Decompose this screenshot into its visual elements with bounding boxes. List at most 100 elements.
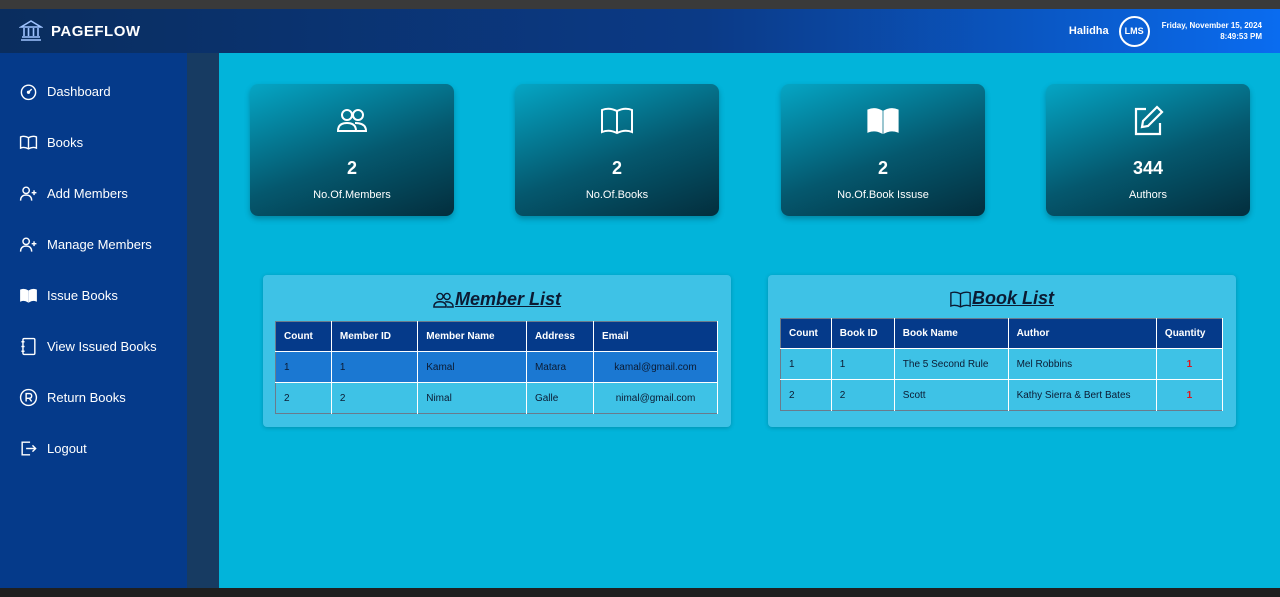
window-top-strip [0, 0, 1280, 9]
book-icon [19, 135, 38, 150]
logout-icon [21, 441, 37, 456]
table-cell: Scott [894, 379, 1009, 411]
taskbar [0, 588, 1280, 597]
sidebar: Dashboard Books Add Members Manage Membe… [0, 53, 187, 588]
column-header[interactable]: Author [1008, 318, 1157, 349]
table-cell: 1 [780, 348, 832, 380]
sidebar-item-logout[interactable]: Logout [19, 439, 87, 458]
column-header[interactable]: Quantity [1156, 318, 1224, 349]
table-cell: Mel Robbins [1008, 348, 1157, 380]
column-header[interactable]: Member Name [417, 321, 527, 352]
table-cell: 1 [831, 348, 895, 380]
table-cell: The 5 Second Rule [894, 348, 1009, 380]
edit-icon [1134, 105, 1164, 136]
open-book-icon [950, 290, 971, 308]
user-area: Halidha LMS Friday, November 15, 2024 8:… [1069, 9, 1262, 53]
table-cell: 1 [275, 351, 332, 383]
sidebar-item-label: Logout [47, 441, 87, 456]
brand[interactable]: PAGEFLOW [19, 19, 141, 43]
table-header-row: Count Book ID Book Name Author Quantity [780, 318, 1224, 349]
sidebar-item-view-issued-books[interactable]: View Issued Books [19, 337, 157, 356]
sidebar-item-dashboard[interactable]: Dashboard [19, 82, 111, 101]
quantity-cell: 1 [1156, 348, 1224, 380]
table-row[interactable]: 1 1 Kamal Matara kamal@gmail.com [275, 351, 718, 383]
table-cell: kamal@gmail.com [593, 351, 718, 383]
library-icon [19, 20, 43, 41]
table-cell: 2 [780, 379, 832, 411]
book-issue-count: 2 [877, 158, 888, 178]
current-date: Friday, November 15, 2024 [1161, 21, 1262, 30]
open-book-icon [601, 107, 633, 135]
table-cell: Galle [526, 382, 595, 414]
authors-label: Authors [1129, 189, 1167, 201]
stat-card-authors[interactable]: 344 Authors [1046, 84, 1250, 216]
journal-icon [21, 337, 36, 356]
table-row[interactable]: 2 2 Scott Kathy Sierra & Bert Bates 1 [780, 379, 1224, 411]
column-header[interactable]: Count [780, 318, 832, 349]
stat-card-book-issue[interactable]: 2 No.Of.Book Issuse [781, 84, 985, 216]
column-header[interactable]: Book ID [831, 318, 895, 349]
members-icon [433, 292, 454, 308]
datetime: Friday, November 15, 2024 8:49:53 PM [1162, 20, 1262, 42]
sidebar-item-label: Manage Members [47, 237, 152, 252]
column-header[interactable]: Book Name [894, 318, 1009, 349]
book-filled-icon [20, 288, 37, 303]
member-list-title: Member List [263, 289, 731, 310]
sidebar-item-label: Issue Books [47, 288, 118, 303]
table-row[interactable]: 2 2 Nimal Galle nimal@gmail.com [275, 382, 718, 414]
table-cell: 2 [831, 379, 895, 411]
table-cell: 2 [275, 382, 332, 414]
user-plus-icon [19, 186, 37, 201]
current-time: 8:49:53 PM [1220, 32, 1262, 41]
member-table: Count Member ID Member Name Address Emai… [275, 321, 718, 414]
sidebar-item-label: View Issued Books [47, 339, 157, 354]
authors-count: 344 [1132, 158, 1164, 178]
sidebar-item-label: Books [47, 135, 84, 150]
table-cell: Matara [526, 351, 595, 383]
column-header[interactable]: Count [275, 321, 332, 352]
column-header[interactable]: Address [526, 321, 595, 352]
table-cell: Nimal [417, 382, 527, 414]
user-name: Halidha [1068, 25, 1109, 37]
member-list-panel: Member List Count Member ID Member Name … [263, 275, 731, 427]
sidebar-item-manage-members[interactable]: Manage Members [19, 235, 152, 254]
sidebar-item-label: Add Members [47, 186, 128, 201]
member-list-title-text: Member List [454, 289, 562, 309]
sidebar-item-add-members[interactable]: Add Members [19, 184, 128, 203]
book-issue-label: No.Of.Book Issuse [837, 189, 929, 201]
book-list-title-text: Book List [971, 288, 1054, 308]
sidebar-item-books[interactable]: Books [19, 133, 83, 152]
registered-icon [19, 388, 38, 407]
table-cell: nimal@gmail.com [593, 382, 718, 414]
sidebar-gutter [187, 53, 219, 588]
main-content: 2 No.Of.Members 2 No.Of.Books 2 No.Of.Bo… [219, 53, 1280, 588]
book-table: Count Book ID Book Name Author Quantity … [780, 318, 1224, 411]
sidebar-item-label: Dashboard [47, 84, 111, 99]
column-header[interactable]: Member ID [331, 321, 419, 352]
stat-card-books[interactable]: 2 No.Of.Books [515, 84, 719, 216]
members-count: 2 [346, 158, 357, 178]
table-cell: Kathy Sierra & Bert Bates [1008, 379, 1157, 411]
members-icon [336, 109, 368, 132]
table-row[interactable]: 1 1 The 5 Second Rule Mel Robbins 1 [780, 348, 1224, 380]
books-count: 2 [611, 158, 622, 178]
members-label: No.Of.Members [313, 189, 391, 201]
table-header-row: Count Member ID Member Name Address Emai… [275, 321, 718, 352]
lms-badge[interactable]: LMS [1118, 15, 1150, 47]
user-plus-icon [19, 237, 37, 252]
stat-card-members[interactable]: 2 No.Of.Members [250, 84, 454, 216]
table-cell: Kamal [417, 351, 527, 383]
top-header: PAGEFLOW Halidha LMS Friday, November 15… [0, 9, 1280, 53]
column-header[interactable]: Email [593, 321, 718, 352]
book-filled-icon [867, 108, 899, 135]
sidebar-item-label: Return Books [47, 390, 126, 405]
table-cell: 1 [331, 351, 419, 383]
brand-name: PAGEFLOW [51, 22, 141, 40]
sidebar-item-return-books[interactable]: Return Books [19, 388, 126, 407]
table-cell: 2 [331, 382, 419, 414]
dashboard-icon [20, 84, 37, 101]
sidebar-item-issue-books[interactable]: Issue Books [19, 286, 118, 305]
books-label: No.Of.Books [585, 189, 649, 201]
book-list-title: Book List [768, 288, 1236, 309]
quantity-cell: 1 [1156, 379, 1224, 411]
